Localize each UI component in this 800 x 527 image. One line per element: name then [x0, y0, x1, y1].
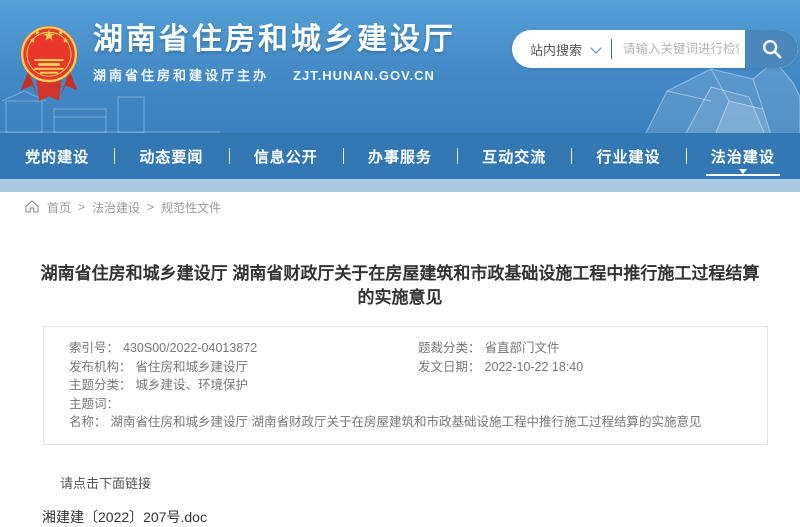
meta-value-index: 430S00/2022-04013872	[123, 341, 257, 355]
meta-label-index: 索引号：	[69, 341, 119, 355]
site-banner: 湖南省住房和城乡建设厅 湖南省住房和建设厅主办ZJT.HUNAN.GOV.CN …	[0, 0, 800, 133]
meta-row-agency: 发布机构： 省住房和城乡建设厅	[69, 358, 418, 377]
meta-row-genre: 题裁分类： 省直部门文件	[418, 339, 767, 358]
main-nav: 党的建设 动态要闻 信息公开 办事服务 互动交流 行业建设 法治建设	[0, 133, 800, 179]
main-nav-list: 党的建设 动态要闻 信息公开 办事服务 互动交流 行业建设 法治建设	[0, 133, 800, 179]
site-subtitle-row: 湖南省住房和建设厅主办 ZJT.HUNAN.GOV.CN	[93, 65, 456, 84]
nav-item-industry[interactable]: 行业建设	[571, 133, 685, 179]
brand-text: 湖南省住房和城乡建设厅 湖南省住房和建设厅主办 ZJT.HUNAN.GOV.CN	[93, 22, 456, 84]
chevron-down-icon	[590, 42, 601, 53]
meta-label-keywords: 主题词：	[69, 397, 119, 411]
meta-value-name: 湖南省住房和城乡建设厅 湖南省财政厅关于在房屋建筑和市政基础设施工程中推行施工过…	[111, 415, 702, 429]
banner-building-art-right	[625, 57, 800, 133]
nav-item-news[interactable]: 动态要闻	[114, 133, 228, 179]
meta-label-genre: 题裁分类：	[418, 341, 481, 355]
breadcrumb-item-current: 规范性文件	[161, 199, 221, 216]
breadcrumb-separator: >	[147, 200, 154, 214]
site-brand: 湖南省住房和城乡建设厅 湖南省住房和建设厅主办 ZJT.HUNAN.GOV.CN	[18, 22, 456, 102]
meta-label-date: 发文日期：	[418, 360, 481, 374]
attachment-hint: 请点击下面链接	[60, 473, 800, 492]
nav-item-interaction[interactable]: 互动交流	[457, 133, 571, 179]
site-url: ZJT.HUNAN.GOV.CN	[293, 68, 435, 83]
nav-item-party-building[interactable]: 党的建设	[0, 133, 114, 179]
search-scope-label: 站内搜索	[530, 40, 582, 59]
home-icon	[25, 200, 39, 213]
document-meta-box: 索引号： 430S00/2022-04013872 题裁分类： 省直部门文件 发布机…	[43, 326, 768, 445]
nav-item-services[interactable]: 办事服务	[343, 133, 457, 179]
national-emblem-logo	[18, 22, 80, 102]
meta-row-topic: 主题分类： 城乡建设、环境保护	[69, 376, 767, 395]
meta-value-genre: 省直部门文件	[485, 341, 560, 355]
nav-item-info-disclosure[interactable]: 信息公开	[229, 133, 343, 179]
site-title: 湖南省住房和城乡建设厅	[93, 23, 456, 57]
breadcrumb-item-rule-of-law[interactable]: 法治建设	[92, 199, 140, 216]
search-button[interactable]	[745, 30, 798, 68]
meta-label-agency: 发布机构：	[69, 360, 132, 374]
site-subtitle: 湖南省住房和建设厅主办	[93, 68, 269, 83]
search-input[interactable]	[612, 42, 745, 56]
meta-label-name: 名称：	[69, 415, 107, 429]
nav-item-rule-of-law[interactable]: 法治建设	[686, 133, 800, 179]
nav-bottom-strip	[0, 179, 800, 192]
meta-row-name: 名称： 湖南省住房和城乡建设厅 湖南省财政厅关于在房屋建筑和市政基础设施工程中推行…	[69, 413, 767, 432]
search-icon	[761, 38, 783, 60]
meta-value-date: 2022-10-22 18:40	[485, 360, 584, 374]
breadcrumb: 首页 > 法治建设 > 规范性文件	[0, 192, 800, 222]
meta-row-keywords: 主题词：	[69, 395, 767, 414]
search-scope-dropdown[interactable]: 站内搜索	[512, 40, 611, 59]
site-search-bar: 站内搜索	[512, 30, 798, 68]
page: 湖南省住房和城乡建设厅 湖南省住房和建设厅主办ZJT.HUNAN.GOV.CN …	[0, 0, 800, 521]
meta-value-agency: 省住房和城乡建设厅	[136, 360, 249, 374]
meta-row-index: 索引号： 430S00/2022-04013872	[69, 339, 418, 358]
meta-row-date: 发文日期： 2022-10-22 18:40	[418, 358, 767, 377]
attachment-link[interactable]: 湘建建〔2022〕207号.doc	[42, 507, 207, 527]
breadcrumb-separator: >	[78, 200, 85, 214]
meta-value-topic: 城乡建设、环境保护	[136, 378, 249, 392]
meta-label-topic: 主题分类：	[69, 378, 132, 392]
document-meta-grid: 索引号： 430S00/2022-04013872 题裁分类： 省直部门文件 发布机…	[69, 339, 767, 432]
article-content: 湖南省住房和城乡建设厅 湖南省财政厅关于在房屋建筑和市政基础设施工程中推行施工过…	[0, 262, 800, 527]
article-title: 湖南省住房和城乡建设厅 湖南省财政厅关于在房屋建筑和市政基础设施工程中推行施工过…	[34, 262, 766, 310]
breadcrumb-home[interactable]: 首页	[47, 199, 71, 216]
